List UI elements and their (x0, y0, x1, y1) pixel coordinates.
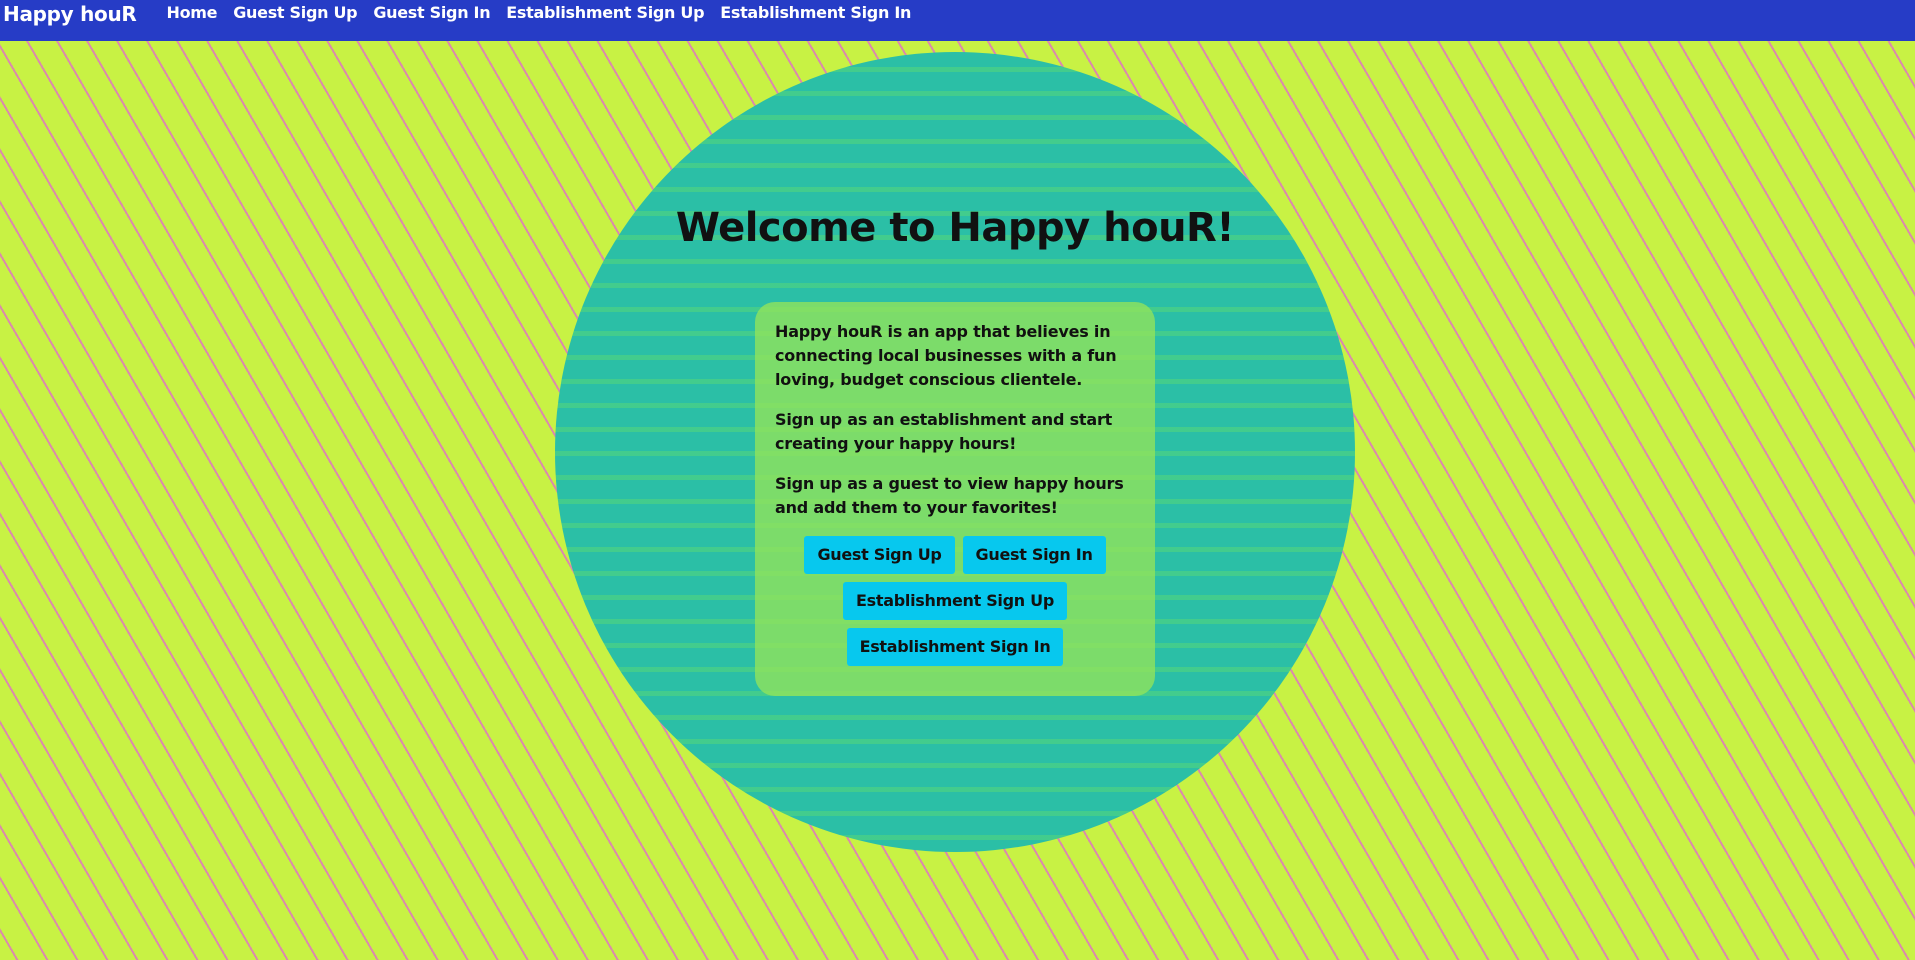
nav-link-home[interactable]: Home (167, 3, 218, 23)
nav-link-establishment-sign-in[interactable]: Establishment Sign In (720, 3, 911, 23)
guest-paragraph: Sign up as a guest to view happy hours a… (775, 474, 1124, 517)
intro-paragraph: Happy houR is an app that believes in co… (775, 322, 1117, 389)
nav-links: Home Guest Sign Up Guest Sign In Establi… (167, 3, 928, 23)
nav-link-guest-sign-in[interactable]: Guest Sign In (373, 3, 490, 23)
establishment-sign-up-button[interactable]: Establishment Sign Up (843, 582, 1067, 620)
top-navbar: Happy houR Home Guest Sign Up Guest Sign… (0, 0, 1915, 41)
establishment-sign-up-row: Establishment Sign Up (775, 582, 1135, 620)
guest-sign-in-button[interactable]: Guest Sign In (962, 536, 1106, 574)
establishment-sign-in-row: Establishment Sign In (775, 628, 1135, 666)
nav-link-guest-sign-up[interactable]: Guest Sign Up (233, 3, 357, 23)
page-title: Welcome to Happy houR! (675, 205, 1235, 251)
brand-logo-text[interactable]: Happy houR (3, 1, 137, 27)
nav-link-establishment-sign-up[interactable]: Establishment Sign Up (506, 3, 704, 23)
guest-buttons-row: Guest Sign Up Guest Sign In (775, 536, 1135, 574)
guest-sign-up-button[interactable]: Guest Sign Up (804, 536, 955, 574)
establishment-paragraph: Sign up as an establishment and start cr… (775, 410, 1113, 453)
welcome-card: Happy houR is an app that believes in co… (755, 302, 1155, 696)
establishment-sign-in-button[interactable]: Establishment Sign In (846, 628, 1064, 666)
